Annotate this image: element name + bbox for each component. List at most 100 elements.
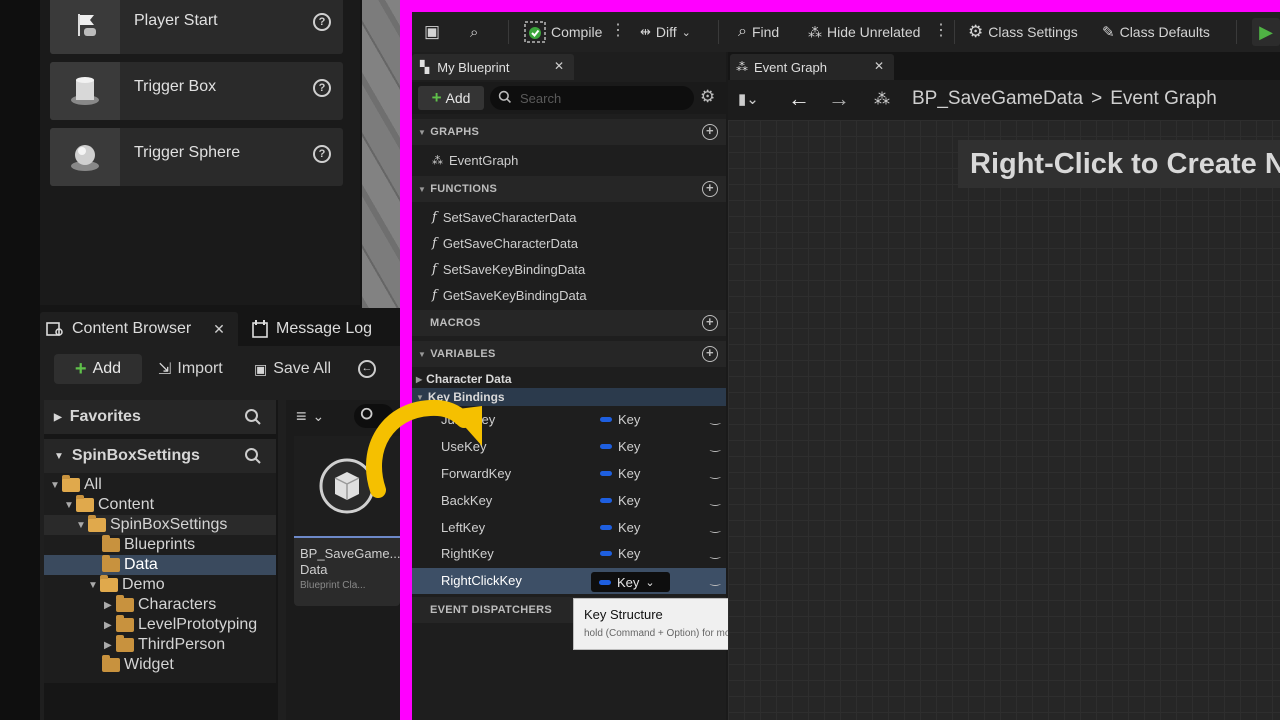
forward-arrow-icon[interactable]: → <box>828 86 850 112</box>
close-icon[interactable]: ✕ <box>874 59 884 73</box>
tab-my-blueprint[interactable]: ▚ My Blueprint ✕ <box>412 54 574 80</box>
folder-tree: ▼ All ▼ Content ▼ SpinBoxSettings Blueprint… <box>44 473 276 683</box>
add-button[interactable]: + Add <box>54 354 142 384</box>
function-item[interactable]: f SetSaveCharacterData <box>432 207 577 227</box>
class-settings-button[interactable]: ⚙ Class Settings <box>968 18 1078 46</box>
collection-label: SpinBoxSettings <box>71 447 200 464</box>
play-icon: ▶ <box>1259 21 1273 42</box>
add-function-icon[interactable]: + <box>702 181 718 197</box>
tree-item-levelprototyping[interactable]: ▶ LevelPrototyping <box>44 615 276 635</box>
add-graph-icon[interactable]: + <box>702 124 718 140</box>
save-all-button[interactable]: ▣ Save All <box>254 354 331 384</box>
variable-row-selected[interactable]: RightClickKey ‿ <box>412 568 726 594</box>
filter-button[interactable]: ≡ ⌄ <box>296 406 324 427</box>
tree-item-data[interactable]: Data <box>44 555 276 575</box>
favorites-header[interactable]: ▶ Favorites <box>44 400 276 434</box>
function-item[interactable]: f GetSaveKeyBindingData <box>432 285 587 305</box>
browse-icon: ⌕ <box>470 23 479 41</box>
tree-item-widget[interactable]: Widget <box>44 655 276 675</box>
add-macro-icon[interactable]: + <box>702 315 718 331</box>
help-icon[interactable]: ? <box>313 13 331 31</box>
breadcrumb-graph[interactable]: Event Graph <box>1110 88 1217 110</box>
tree-item-all[interactable]: ▼ All <box>44 475 276 495</box>
import-button[interactable]: ⇲ Import <box>158 354 223 384</box>
save-button[interactable]: ▣ <box>424 18 440 46</box>
variable-type-label: Key <box>618 439 641 454</box>
tab-label: Content Browser <box>72 320 192 337</box>
import-icon: ⇲ <box>158 361 172 378</box>
close-icon[interactable]: ✕ <box>213 321 225 338</box>
back-arrow-icon[interactable]: ← <box>788 86 810 112</box>
help-icon[interactable]: ? <box>313 79 331 97</box>
search-icon[interactable] <box>244 447 262 470</box>
tab-content-browser[interactable]: Content Browser ✕ <box>40 312 238 346</box>
folder-icon <box>76 495 94 512</box>
eye-closed-icon[interactable]: ‿ <box>710 519 720 533</box>
help-icon[interactable]: ? <box>313 145 331 163</box>
breadcrumb-asset[interactable]: BP_SaveGameData <box>912 88 1083 110</box>
tab-message-log[interactable]: Message Log <box>252 312 372 346</box>
folder-icon <box>102 535 120 552</box>
tooltip-title: Key Structure <box>584 607 663 622</box>
variable-type[interactable]: Key <box>600 493 640 508</box>
section-functions[interactable]: ▼ FUNCTIONS + <box>412 176 726 202</box>
tab-event-graph[interactable]: ⁂ Event Graph ✕ <box>730 54 894 80</box>
eye-closed-icon[interactable]: ‿ <box>710 438 720 452</box>
bookmark-icon[interactable]: ▮⌄ <box>738 90 759 108</box>
class-settings-label: Class Settings <box>988 24 1078 40</box>
eye-closed-icon[interactable]: ‿ <box>710 572 720 586</box>
function-item[interactable]: f SetSaveKeyBindingData <box>432 259 585 279</box>
eye-closed-icon[interactable]: ‿ <box>710 411 720 425</box>
category-character-data[interactable]: ▶ Character Data <box>412 370 726 388</box>
variable-pin-icon <box>600 471 612 476</box>
tree-item-characters[interactable]: ▶ Characters <box>44 595 276 615</box>
function-item[interactable]: f GetSaveCharacterData <box>432 233 578 253</box>
back-button[interactable]: ← <box>358 354 376 384</box>
variable-type[interactable]: Key <box>600 412 640 427</box>
function-label: GetSaveCharacterData <box>442 235 578 251</box>
more-options-icon[interactable]: ⋮ <box>933 20 949 40</box>
class-defaults-button[interactable]: ✎ Class Defaults <box>1102 18 1210 46</box>
place-item-player-start[interactable]: Player Start ? <box>50 0 343 54</box>
variable-type[interactable]: Key <box>600 466 640 481</box>
tree-item-demo[interactable]: ▼ Demo <box>44 575 276 595</box>
tree-item-spinboxsettings[interactable]: ▼ SpinBoxSettings <box>44 515 276 535</box>
diff-button[interactable]: ⇹ Diff ⌄ <box>640 18 691 46</box>
search-icon[interactable] <box>244 408 262 431</box>
close-icon[interactable]: ✕ <box>554 59 564 73</box>
variable-type-dropdown[interactable]: Key ⌄ <box>591 572 670 592</box>
variable-type[interactable]: Key <box>600 546 640 561</box>
eye-closed-icon[interactable]: ‿ <box>710 465 720 479</box>
tree-item-blueprints[interactable]: Blueprints <box>44 535 276 555</box>
find-button[interactable]: ⌕ Find <box>738 18 779 46</box>
section-variables[interactable]: ▼ VARIABLES + <box>412 341 726 367</box>
eye-closed-icon[interactable]: ‿ <box>710 492 720 506</box>
add-member-button[interactable]: + Add <box>418 86 484 110</box>
more-options-icon[interactable]: ⋮ <box>610 20 626 40</box>
variable-type[interactable]: Key <box>600 439 640 454</box>
tree-label: Demo <box>122 576 165 593</box>
search-input[interactable]: Search <box>490 86 694 110</box>
diff-icon: ⇹ <box>640 24 651 39</box>
compile-button[interactable]: Compile <box>524 18 602 46</box>
variable-row[interactable]: LeftKey Key ‿ <box>412 515 726 541</box>
gear-icon[interactable]: ⚙ <box>700 87 715 107</box>
collapse-icon: ▼ <box>50 479 60 491</box>
graph-item-eventgraph[interactable]: ⁂ EventGraph <box>432 150 518 170</box>
hide-unrelated-button[interactable]: ⁂ Hide Unrelated <box>808 18 920 46</box>
play-button[interactable]: ▶ <box>1252 18 1280 46</box>
tree-item-content[interactable]: ▼ Content <box>44 495 276 515</box>
variable-row[interactable]: RightKey Key ‿ <box>412 541 726 567</box>
browse-button[interactable]: ⌕ <box>470 18 478 46</box>
variable-type[interactable]: Key <box>600 520 640 535</box>
section-macros[interactable]: MACROS + <box>412 310 726 336</box>
level-viewport[interactable] <box>362 0 402 308</box>
tree-item-thirdperson[interactable]: ▶ ThirdPerson <box>44 635 276 655</box>
eye-closed-icon[interactable]: ‿ <box>710 545 720 559</box>
place-item-trigger-box[interactable]: Trigger Box ? <box>50 62 343 120</box>
event-graph-canvas[interactable] <box>728 120 1280 720</box>
collection-header[interactable]: ▼ SpinBoxSettings <box>44 439 276 473</box>
add-variable-icon[interactable]: + <box>702 346 718 362</box>
place-item-trigger-sphere[interactable]: Trigger Sphere ? <box>50 128 343 186</box>
section-graphs[interactable]: ▼ GRAPHS + <box>412 119 726 145</box>
